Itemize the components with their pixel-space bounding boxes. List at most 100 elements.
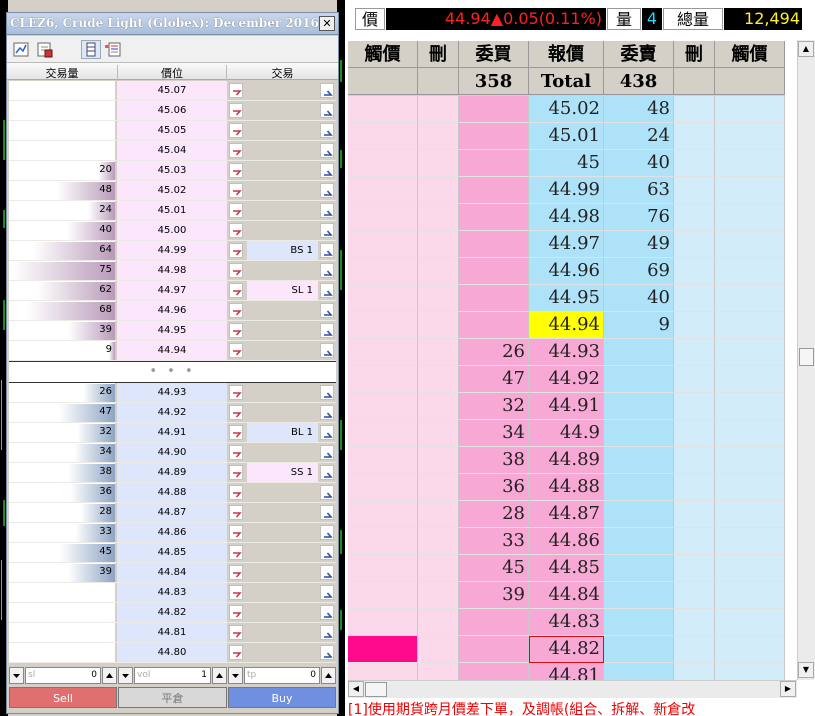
chevron-down-icon[interactable] — [229, 103, 243, 118]
chevron-up-icon[interactable] — [320, 425, 334, 440]
trade-cell[interactable] — [247, 643, 318, 662]
ask-trigger-cell[interactable] — [715, 123, 785, 150]
trade-cell[interactable] — [247, 321, 318, 340]
chart-icon[interactable] — [11, 40, 31, 59]
ask-delete-cell[interactable] — [674, 609, 715, 636]
chevron-down-icon[interactable] — [229, 203, 243, 218]
ask-cell[interactable] — [604, 609, 674, 636]
price-cell[interactable]: 44.82 — [529, 636, 604, 663]
chevron-up-icon[interactable] — [320, 203, 334, 218]
chevron-down-icon[interactable] — [229, 223, 243, 238]
bid-cell[interactable]: 45 — [459, 555, 529, 582]
ask-delete-cell[interactable] — [674, 312, 715, 339]
price-cell[interactable]: 44.92 — [117, 403, 227, 422]
bid-delete-cell[interactable] — [418, 258, 459, 285]
price-cell[interactable]: 44.99 — [117, 241, 227, 260]
chevron-down-icon[interactable] — [229, 263, 243, 278]
price-cell[interactable]: 45.01 — [529, 123, 604, 150]
bid-trigger-cell[interactable] — [348, 420, 418, 447]
bid-trigger-cell[interactable] — [348, 528, 418, 555]
bid-cell[interactable] — [459, 285, 529, 312]
chevron-down-icon[interactable] — [229, 485, 243, 500]
scroll-left-icon[interactable]: ◀ — [348, 681, 364, 697]
ladder-icon[interactable] — [81, 40, 101, 59]
bid-delete-cell[interactable] — [418, 339, 459, 366]
price-cell[interactable]: 44.83 — [117, 583, 227, 602]
chevron-up-icon[interactable] — [320, 505, 334, 520]
price-cell[interactable]: 44.89 — [117, 463, 227, 482]
bid-delete-cell[interactable] — [418, 474, 459, 501]
ask-cell[interactable] — [604, 636, 674, 663]
header-price[interactable]: 報價 — [529, 41, 604, 68]
price-cell[interactable]: 44.85 — [529, 555, 604, 582]
price-cell[interactable]: 44.9 — [529, 420, 604, 447]
chevron-up-icon[interactable] — [320, 243, 334, 258]
chevron-up-icon[interactable] — [320, 545, 334, 560]
ask-cell[interactable] — [604, 393, 674, 420]
chevron-down-icon[interactable] — [229, 605, 243, 620]
price-cell[interactable]: 45.06 — [117, 101, 227, 120]
ask-delete-cell[interactable] — [674, 393, 715, 420]
chevron-down-icon[interactable] — [229, 123, 243, 138]
bid-delete-cell[interactable] — [418, 366, 459, 393]
bid-cell[interactable]: 32 — [459, 393, 529, 420]
ask-delete-cell[interactable] — [674, 96, 715, 123]
ask-cell[interactable] — [604, 474, 674, 501]
price-cell[interactable]: 44.84 — [529, 582, 604, 609]
bid-delete-cell[interactable] — [418, 555, 459, 582]
bid-cell[interactable] — [459, 609, 529, 636]
ask-trigger-cell[interactable] — [715, 555, 785, 582]
tp-increase-icon[interactable] — [321, 667, 336, 684]
bid-cell[interactable] — [459, 231, 529, 258]
bid-cell[interactable] — [459, 312, 529, 339]
bid-delete-cell[interactable] — [418, 528, 459, 555]
ask-cell[interactable]: 49 — [604, 231, 674, 258]
price-cell[interactable]: 44.92 — [529, 366, 604, 393]
chevron-up-icon[interactable] — [320, 405, 334, 420]
price-cell[interactable]: 44.98 — [529, 204, 604, 231]
header-bid-trigger[interactable]: 觸價 — [348, 41, 418, 68]
chevron-up-icon[interactable] — [320, 163, 334, 178]
ask-delete-cell[interactable] — [674, 231, 715, 258]
ask-cell[interactable] — [604, 420, 674, 447]
price-cell[interactable]: 44.93 — [117, 383, 227, 402]
chevron-up-icon[interactable] — [320, 385, 334, 400]
ask-trigger-cell[interactable] — [715, 96, 785, 123]
chevron-up-icon[interactable] — [320, 645, 334, 660]
bid-trigger-cell[interactable] — [348, 177, 418, 204]
chevron-up-icon[interactable] — [320, 585, 334, 600]
bid-delete-cell[interactable] — [418, 312, 459, 339]
ask-trigger-cell[interactable] — [715, 258, 785, 285]
ask-cell[interactable]: 63 — [604, 177, 674, 204]
price-cell[interactable]: 44.88 — [529, 474, 604, 501]
price-cell[interactable]: 45.01 — [117, 201, 227, 220]
chevron-down-icon[interactable] — [229, 465, 243, 480]
bid-trigger-cell[interactable] — [348, 447, 418, 474]
ask-delete-cell[interactable] — [674, 501, 715, 528]
ask-cell[interactable]: 24 — [604, 123, 674, 150]
trade-cell[interactable] — [247, 403, 318, 422]
trade-cell[interactable] — [247, 523, 318, 542]
price-cell[interactable]: 44.97 — [529, 231, 604, 258]
ask-delete-cell[interactable] — [674, 177, 715, 204]
chevron-up-icon[interactable] — [320, 223, 334, 238]
trade-cell[interactable] — [247, 161, 318, 180]
chevron-down-icon[interactable] — [229, 445, 243, 460]
ask-trigger-cell[interactable] — [715, 609, 785, 636]
trade-cell[interactable] — [247, 543, 318, 562]
ask-trigger-cell[interactable] — [715, 285, 785, 312]
chevron-down-icon[interactable] — [229, 565, 243, 580]
chevron-up-icon[interactable] — [320, 343, 334, 358]
price-cell[interactable]: 44.85 — [117, 543, 227, 562]
bid-cell[interactable] — [459, 96, 529, 123]
vol-increase-icon[interactable] — [212, 667, 227, 684]
header-ask-delete[interactable]: 刪 — [674, 41, 715, 68]
ask-trigger-cell[interactable] — [715, 366, 785, 393]
chevron-up-icon[interactable] — [320, 445, 334, 460]
chevron-up-icon[interactable] — [320, 323, 334, 338]
sell-button[interactable]: Sell — [9, 687, 117, 708]
ask-delete-cell[interactable] — [674, 285, 715, 312]
bid-cell[interactable]: 39 — [459, 582, 529, 609]
chevron-up-icon[interactable] — [320, 525, 334, 540]
chevron-down-icon[interactable] — [229, 405, 243, 420]
